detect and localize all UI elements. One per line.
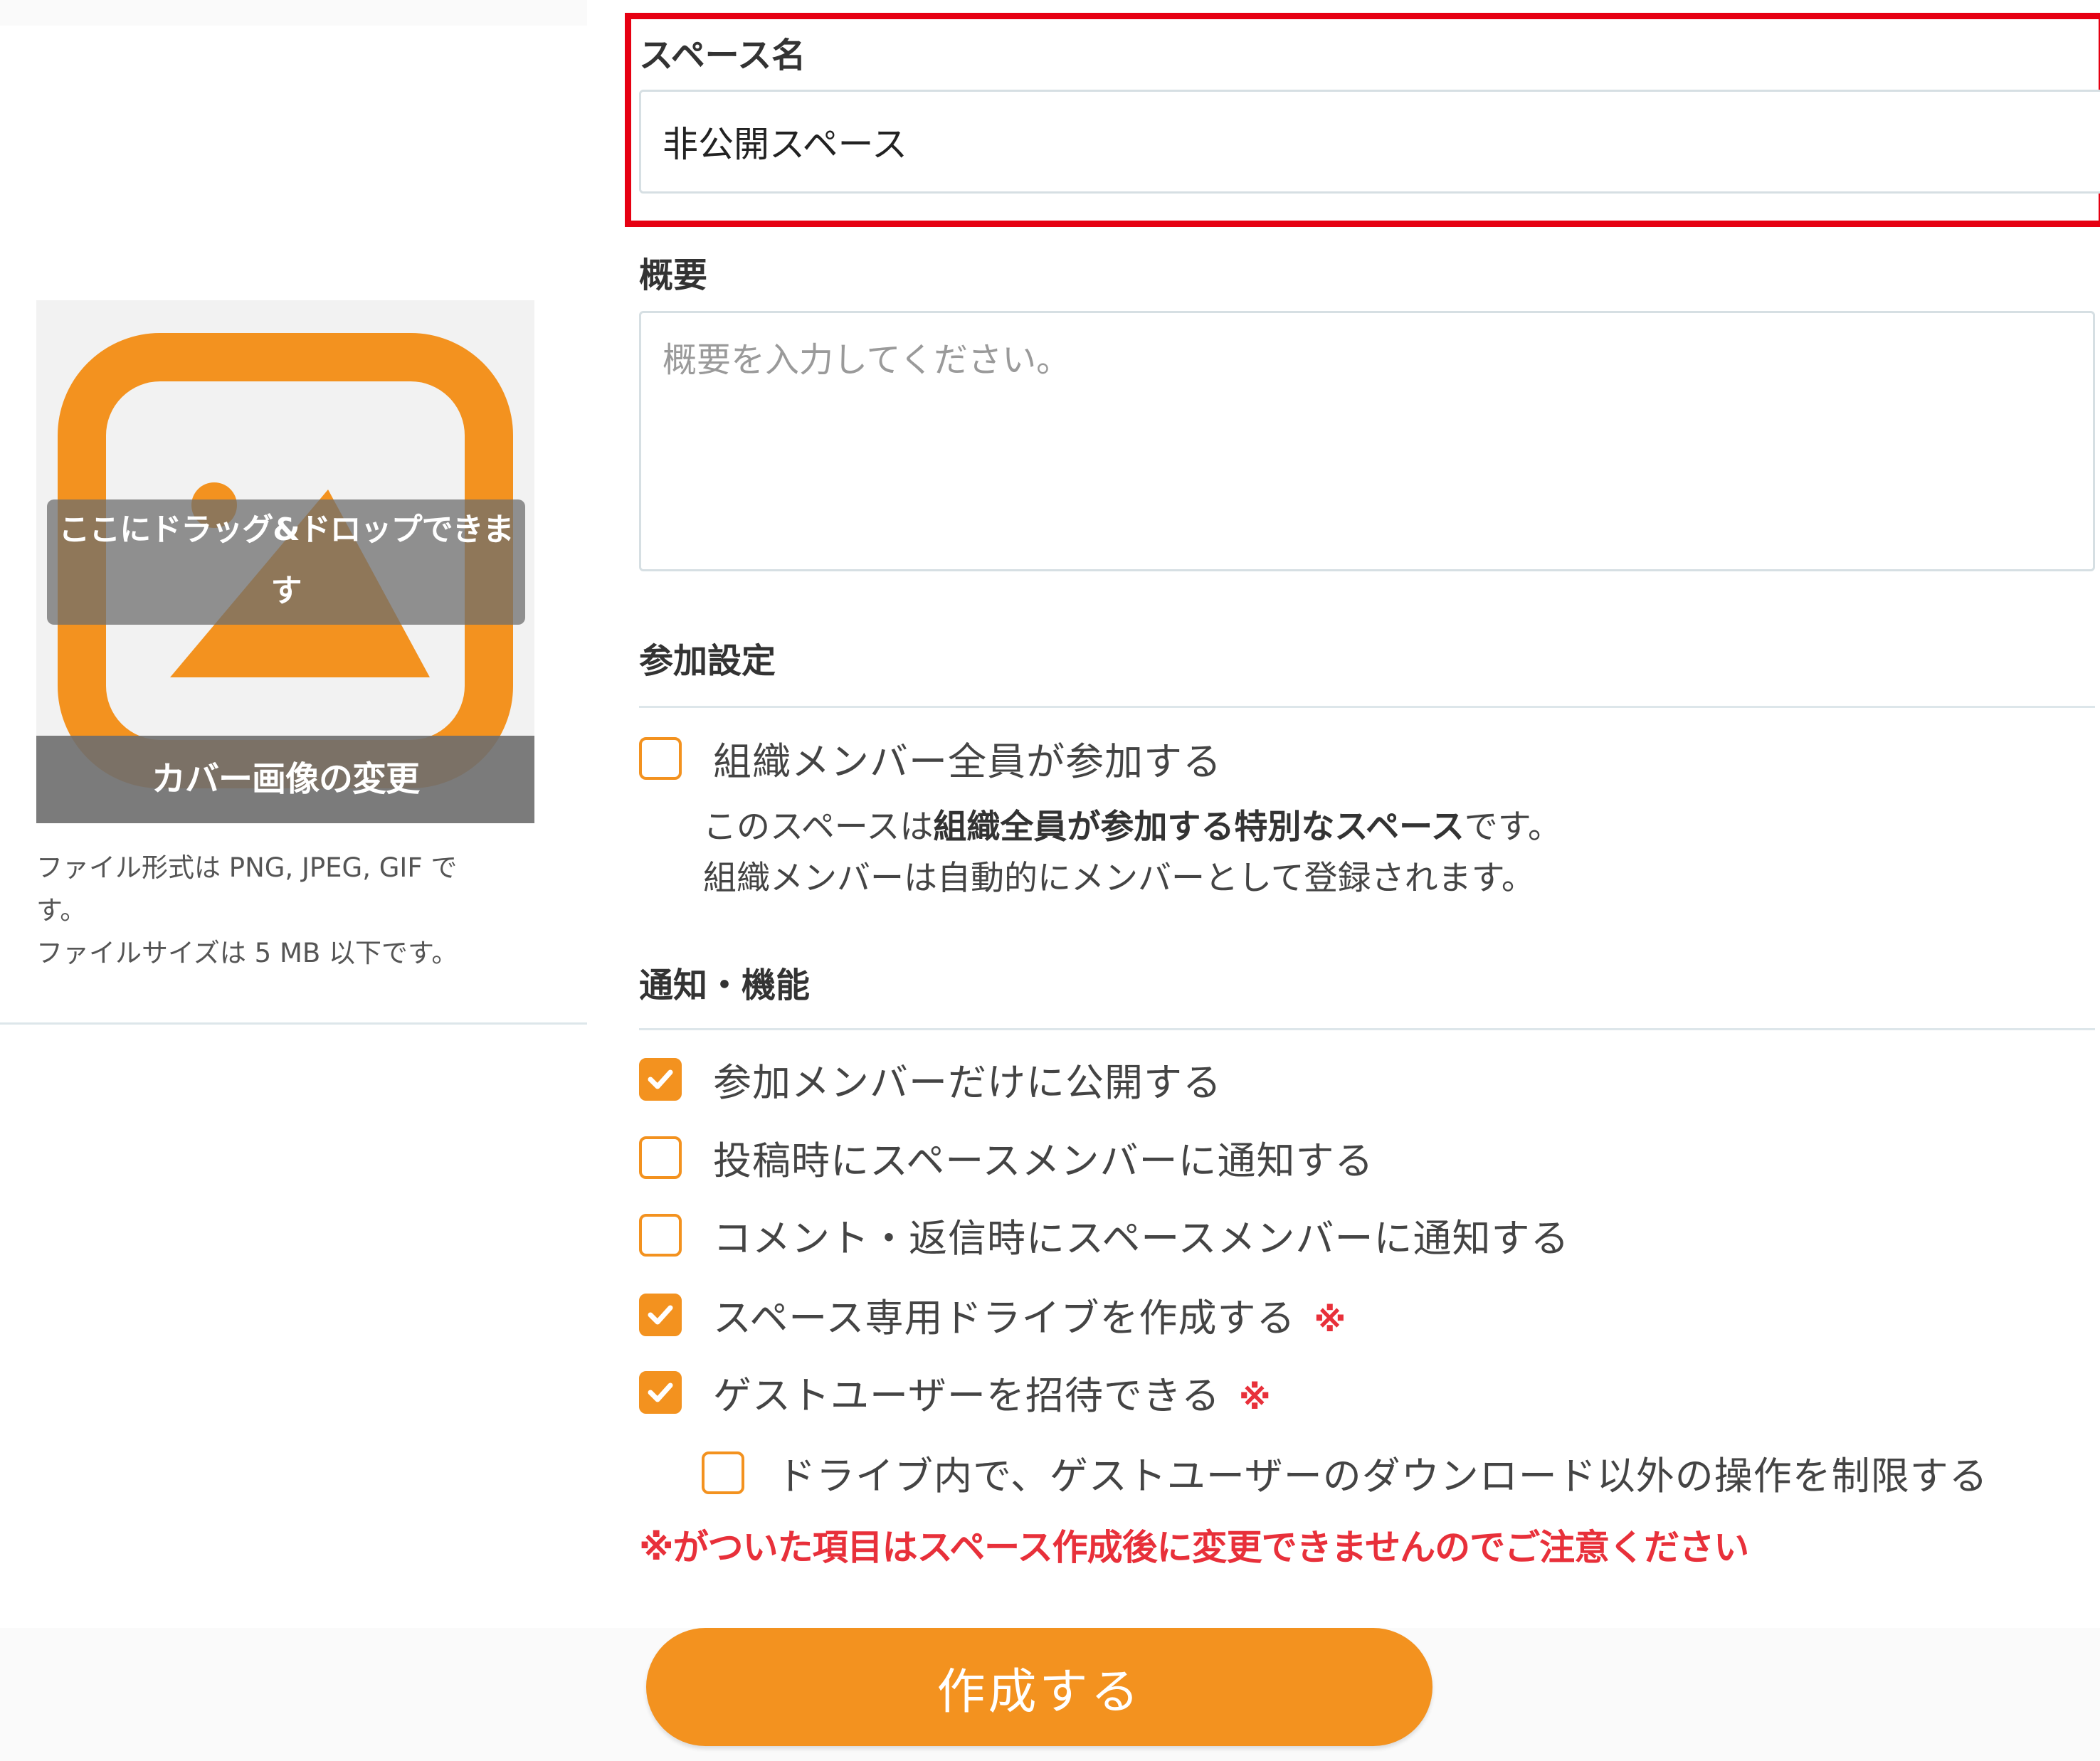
invite-guests-checkbox[interactable] (639, 1371, 682, 1414)
features-divider (639, 1028, 2095, 1030)
invite-guests-label: ゲストユーザーを招待できる ※ (713, 1373, 1272, 1418)
left-divider (0, 1022, 587, 1025)
restrict-guest-drive-label: ドライブ内で、ゲストユーザーのダウンロード以外の操作を制限する (777, 1454, 1988, 1498)
notify-post-checkbox[interactable] (639, 1136, 682, 1179)
create-drive-label: スペース専用ドライブを作成する ※ (713, 1296, 1347, 1340)
notify-post-label: 投稿時にスペースメンバーに通知する (713, 1138, 1374, 1183)
all-members-checkbox[interactable] (639, 737, 682, 780)
participation-description-1: このスペースは組織全員が参加する特別なスペースです。 (703, 808, 1562, 847)
restrict-guest-drive-checkbox[interactable] (702, 1451, 744, 1494)
participation-heading: 参加設定 (639, 641, 776, 681)
file-format-note: ファイル形式は PNG, JPEG, GIF で す。 ファイルサイズは 5 M… (36, 852, 458, 968)
summary-textarea[interactable] (639, 311, 2095, 571)
create-drive-checkbox[interactable] (639, 1294, 682, 1336)
change-cover-button[interactable]: カバー画像の変更 (36, 736, 534, 823)
notify-comment-label: コメント・返信時にスペースメンバーに通知する (713, 1216, 1570, 1261)
drag-drop-hint: ここにドラッグ&ドロップできま す (47, 499, 525, 625)
cover-image-dropzone[interactable]: ここにドラッグ&ドロップできま す カバー画像の変更 (36, 300, 534, 823)
warning-note: ※がついた項目はスペース作成後に変更できませんのでご注意ください (639, 1527, 1749, 1568)
members-only-label: 参加メンバーだけに公開する (713, 1060, 1222, 1105)
space-name-input[interactable] (639, 90, 2100, 194)
required-mark: ※ (1314, 1301, 1347, 1339)
check-icon (648, 1305, 673, 1325)
all-members-label: 組織メンバー全員が参加する (713, 739, 1222, 784)
top-strip (0, 0, 587, 26)
participation-divider (639, 706, 2095, 708)
check-icon (648, 1382, 673, 1402)
space-name-label: スペース名 (639, 36, 806, 75)
notify-comment-checkbox[interactable] (639, 1214, 682, 1257)
members-only-checkbox[interactable] (639, 1058, 682, 1101)
participation-description-2: 組織メンバーは自動的にメンバーとして登録されます。 (703, 859, 1535, 898)
features-heading: 通知・機能 (639, 966, 811, 1005)
create-button[interactable]: 作成する (646, 1628, 1432, 1746)
required-mark: ※ (1238, 1378, 1272, 1417)
check-icon (648, 1069, 673, 1089)
summary-label: 概要 (639, 255, 708, 295)
